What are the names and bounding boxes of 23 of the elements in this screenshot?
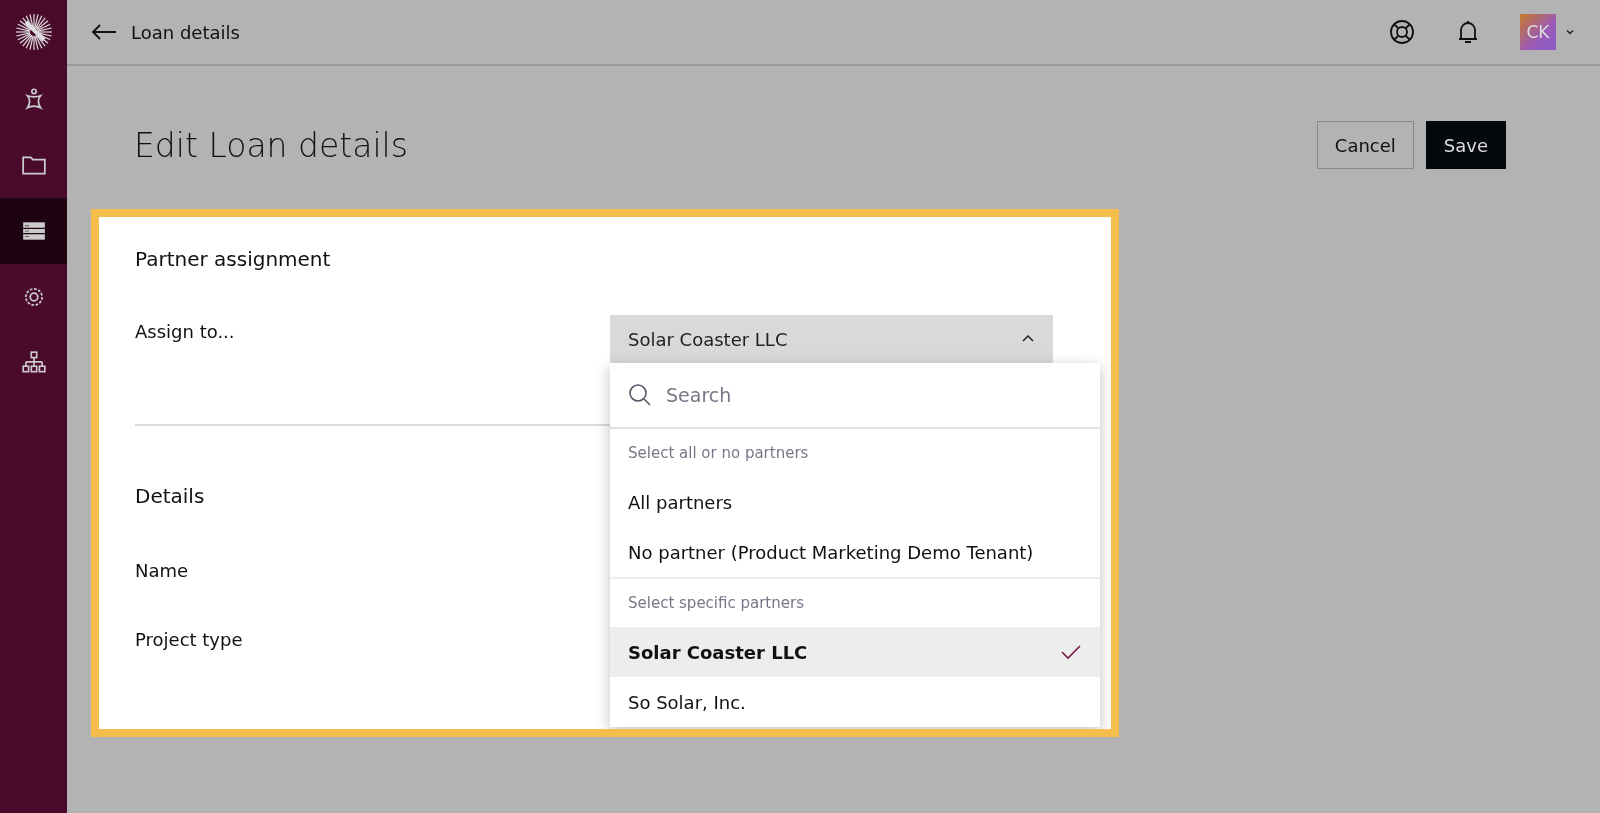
field-label: Project type bbox=[135, 629, 243, 650]
check-icon bbox=[1060, 643, 1082, 661]
dropdown-option[interactable]: No partner (Product Marketing Demo Tenant) bbox=[610, 527, 1100, 577]
sidebar-item[interactable] bbox=[0, 198, 67, 264]
search-icon bbox=[628, 383, 652, 407]
dropdown-option[interactable]: Solar Coaster LLC bbox=[610, 627, 1100, 677]
group-header: Select all or no partners bbox=[610, 429, 1100, 477]
logo-icon bbox=[13, 12, 54, 52]
partner-dropdown[interactable]: Solar Coaster LLC bbox=[610, 315, 1053, 363]
chevron-icon bbox=[1021, 334, 1035, 344]
save-button[interactable]: Save bbox=[1425, 121, 1506, 169]
help-icon[interactable] bbox=[1388, 18, 1416, 46]
back-arrow-icon bbox=[91, 23, 117, 41]
dropdown-option[interactable]: So Solar, Inc. bbox=[610, 677, 1100, 727]
back-link[interactable]: Loan details bbox=[91, 21, 240, 43]
group-header: Select specific partners bbox=[610, 579, 1100, 627]
dropdown-option[interactable]: All partners bbox=[610, 477, 1100, 527]
field-label: Assign to... bbox=[135, 321, 235, 342]
field-label: Name bbox=[135, 560, 189, 581]
section-title: Partner assignment bbox=[135, 247, 331, 271]
cancel-button[interactable]: Cancel bbox=[1316, 121, 1414, 169]
section-title: Details bbox=[135, 484, 205, 508]
page-title: Edit Loan details bbox=[134, 125, 408, 165]
